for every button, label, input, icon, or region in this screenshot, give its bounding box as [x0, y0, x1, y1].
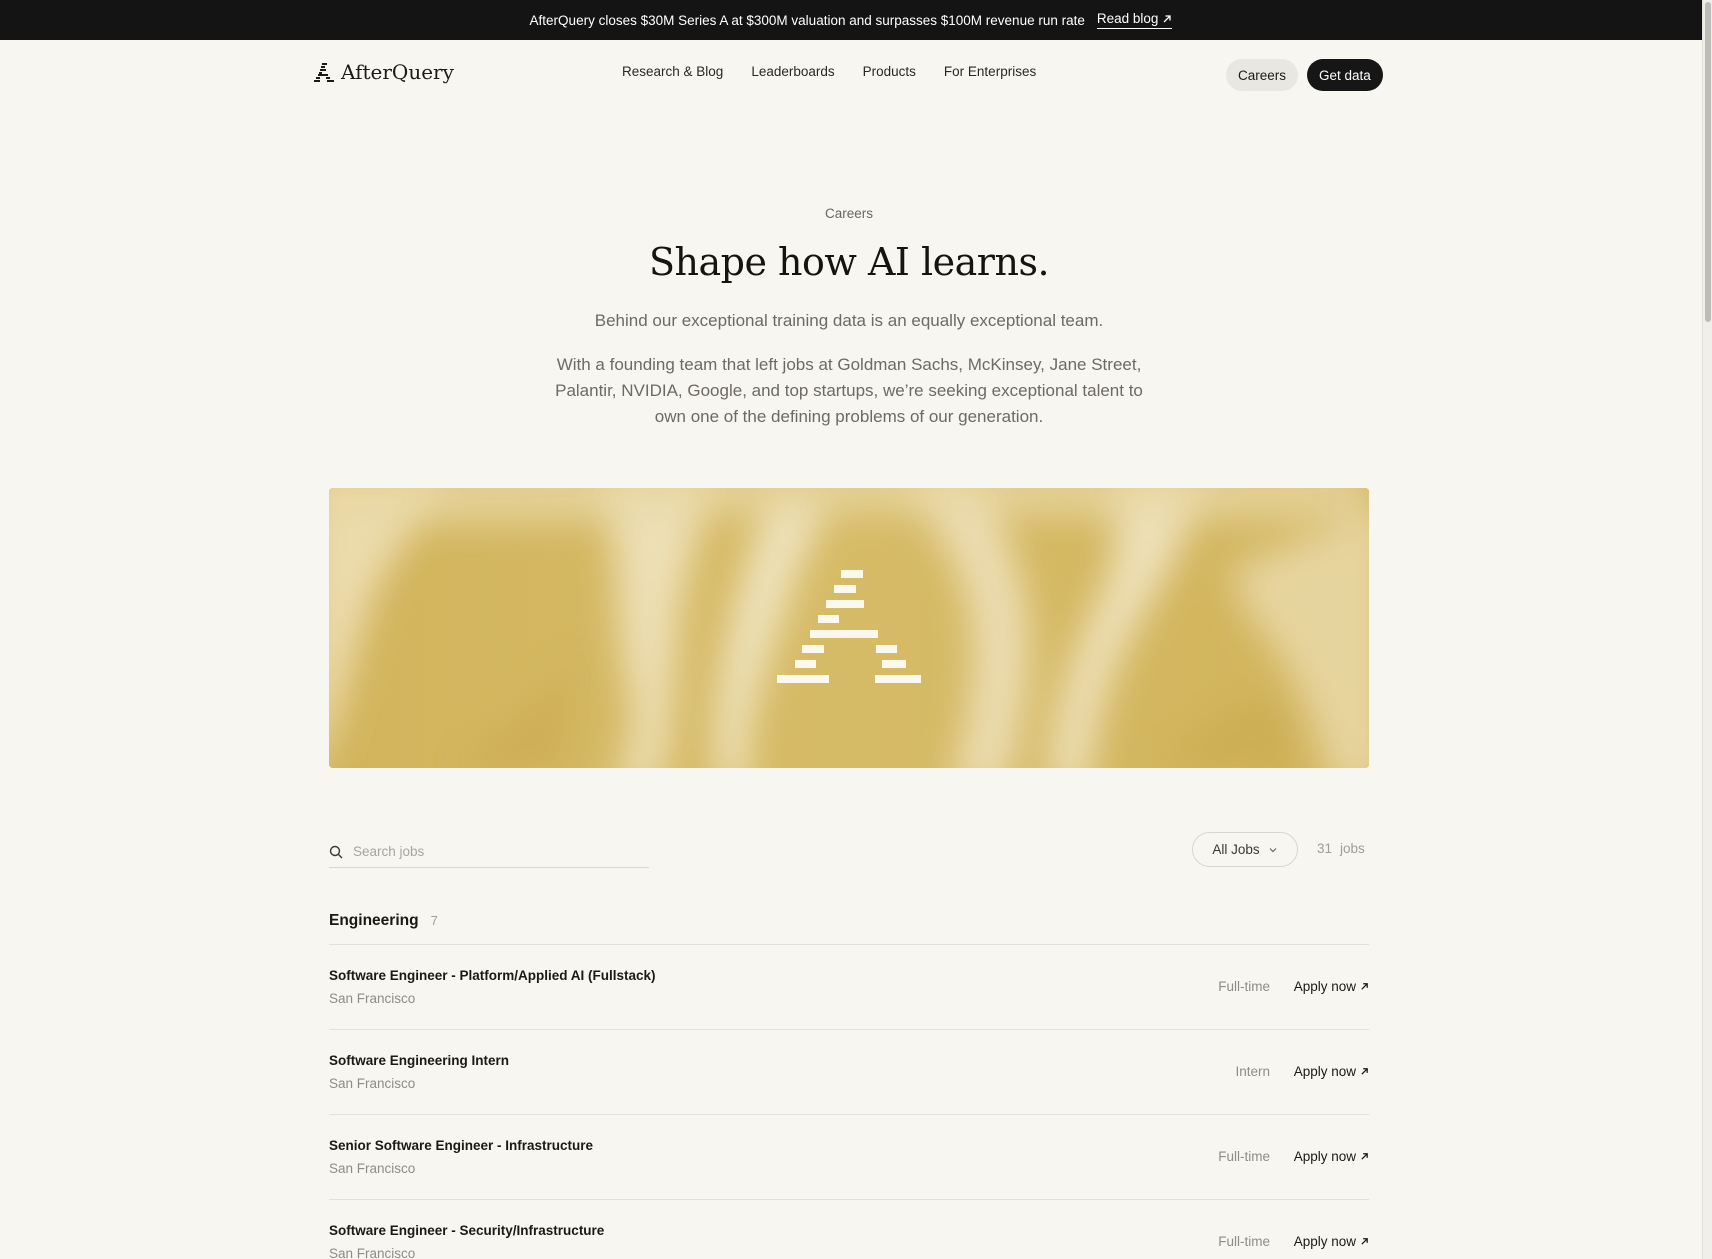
apply-label: Apply now	[1293, 1234, 1356, 1249]
job-type: Full-time	[1218, 1234, 1270, 1249]
site-header: AfterQuery Research & Blog Leaderboards …	[0, 40, 1702, 110]
job-type: Full-time	[1218, 1149, 1270, 1164]
apply-label: Apply now	[1293, 1149, 1356, 1164]
arrow-up-right-icon	[1361, 1068, 1368, 1075]
section-count: 7	[430, 913, 438, 928]
logo-mark-icon	[314, 63, 334, 82]
search-input[interactable]	[353, 844, 633, 859]
page-scrollbar[interactable]	[1702, 0, 1712, 1259]
section-name: Engineering	[329, 912, 419, 929]
nav-products[interactable]: Products	[863, 64, 916, 79]
job-title: Senior Software Engineer - Infrastructur…	[329, 1138, 594, 1153]
jobs-count-word: jobs	[1340, 841, 1365, 856]
arrow-up-right-icon	[1361, 983, 1368, 990]
arrow-up-right-icon	[1361, 1238, 1368, 1245]
read-blog-link[interactable]: Read blog	[1096, 11, 1173, 29]
read-blog-label: Read blog	[1096, 11, 1159, 26]
hero-banner-image	[329, 488, 1369, 768]
job-location: San Francisco	[329, 1246, 416, 1259]
main-nav: Research & Blog Leaderboards Products Fo…	[622, 64, 1036, 79]
job-row[interactable]: Senior Software Engineer - Infrastructur…	[329, 1115, 1369, 1200]
chevron-down-icon	[1269, 847, 1277, 852]
scrollbar-thumb[interactable]	[1705, 2, 1711, 322]
arrow-up-right-icon	[1361, 1153, 1368, 1160]
arrow-up-right-icon	[1163, 14, 1172, 22]
section-header: Engineering 7	[329, 912, 438, 930]
apply-label: Apply now	[1293, 979, 1356, 994]
apply-now-link[interactable]: Apply now	[1294, 1064, 1369, 1079]
job-search	[329, 836, 649, 868]
logo-text: AfterQuery	[341, 60, 454, 84]
job-title: Software Engineer - Security/Infrastruct…	[329, 1223, 605, 1238]
job-title: Software Engineer - Platform/Applied AI …	[329, 968, 656, 983]
nav-leaderboards[interactable]: Leaderboards	[751, 64, 834, 79]
hero-body: With a founding team that left jobs at G…	[555, 355, 1143, 426]
apply-label: Apply now	[1293, 1064, 1356, 1079]
job-location: San Francisco	[329, 1076, 416, 1091]
job-row[interactable]: Software Engineer - Platform/Applied AI …	[329, 945, 1369, 1030]
page-title: Shape how AI learns.	[648, 240, 1050, 284]
announcement-bar: AfterQuery closes $30M Series A at $300M…	[0, 0, 1702, 40]
get-data-button[interactable]: Get data	[1307, 59, 1383, 91]
job-filter-dropdown[interactable]: All Jobs	[1192, 832, 1298, 867]
apply-now-link[interactable]: Apply now	[1294, 1149, 1369, 1164]
job-title: Software Engineering Intern	[329, 1053, 510, 1068]
job-row[interactable]: Software Engineering Intern San Francisc…	[329, 1030, 1369, 1115]
announcement-text: AfterQuery closes $30M Series A at $300M…	[529, 12, 1085, 28]
job-location: San Francisco	[329, 991, 416, 1006]
jobs-count-number: 31	[1317, 841, 1333, 856]
nav-for-enterprises[interactable]: For Enterprises	[944, 64, 1036, 79]
careers-button[interactable]: Careers	[1226, 59, 1299, 91]
search-icon	[329, 845, 343, 858]
banner-artwork	[329, 488, 1369, 768]
job-type: Intern	[1235, 1064, 1270, 1079]
nav-research-blog[interactable]: Research & Blog	[622, 64, 723, 79]
logo[interactable]: AfterQuery	[313, 60, 454, 84]
hero-eyebrow: Careers	[824, 206, 873, 221]
job-location: San Francisco	[329, 1161, 416, 1176]
job-row[interactable]: Software Engineer - Security/Infrastruct…	[329, 1200, 1369, 1259]
apply-now-link[interactable]: Apply now	[1294, 1234, 1369, 1249]
apply-now-link[interactable]: Apply now	[1294, 979, 1369, 994]
filter-label: All Jobs	[1212, 842, 1260, 857]
job-type: Full-time	[1218, 979, 1270, 994]
hero-subtitle: Behind our exceptional training data is …	[594, 311, 1104, 330]
jobs-count: 31 jobs	[1317, 841, 1365, 856]
